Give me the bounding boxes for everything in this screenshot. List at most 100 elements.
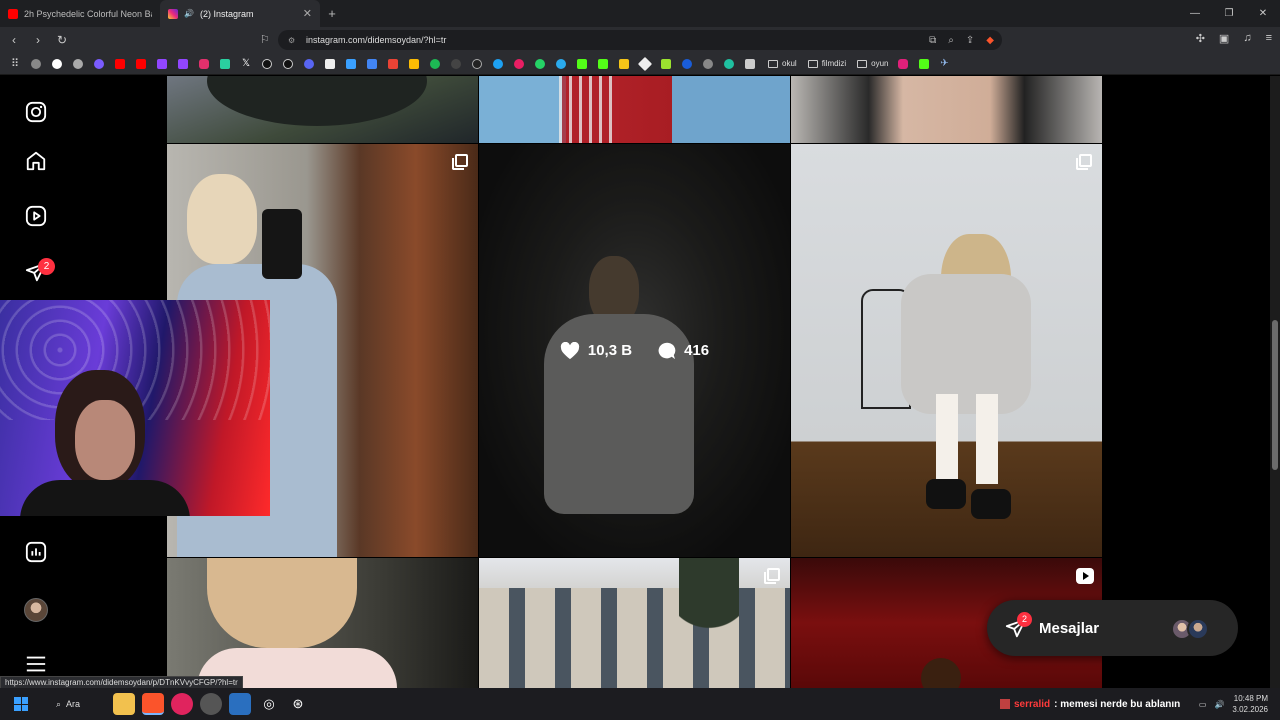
back-icon[interactable]: ‹ (4, 33, 24, 47)
bookmark-icon[interactable] (743, 57, 757, 71)
profile-avatar[interactable] (24, 598, 48, 622)
home-icon[interactable] (24, 149, 48, 173)
bookmark-page-icon[interactable]: ⚐ (260, 33, 270, 46)
carousel-icon (764, 568, 780, 584)
photos-icon[interactable] (229, 693, 251, 715)
kick-bookmark-icon[interactable] (596, 57, 610, 71)
scrollbar-thumb[interactable] (1272, 320, 1278, 470)
clock[interactable]: 10:48 PM 3.02.2026 (1232, 693, 1268, 715)
bookmark-icon[interactable] (680, 57, 694, 71)
taskbar-search[interactable]: ⌕ Ara (56, 699, 106, 710)
reload-icon[interactable]: ↻ (52, 33, 72, 47)
discord-bookmark-icon[interactable] (302, 57, 316, 71)
open-external-icon[interactable]: ⧉ (929, 35, 936, 46)
file-explorer-icon[interactable] (113, 693, 135, 715)
kick-bookmark-icon[interactable] (917, 57, 931, 71)
youtube-bookmark-icon[interactable] (113, 57, 127, 71)
apps-grid-icon[interactable]: ⠿ (8, 57, 22, 71)
bookmark-icon[interactable] (637, 56, 653, 71)
bookmark-icon[interactable] (722, 57, 736, 71)
bookmark-icon[interactable] (701, 57, 715, 71)
tiktok-bookmark-icon[interactable] (281, 57, 295, 71)
post-thumbnail[interactable] (167, 76, 478, 143)
spotify-bookmark-icon[interactable] (428, 57, 442, 71)
twitch-bookmark-icon[interactable] (176, 57, 190, 71)
post-thumbnail[interactable] (479, 76, 790, 143)
drive-bookmark-icon[interactable] (407, 57, 421, 71)
messages-floating-button[interactable]: 2 Mesajlar (987, 600, 1238, 656)
bookmark-folder-filmdizi[interactable]: filmdizi (807, 59, 846, 68)
instagram-bookmark-icon[interactable] (197, 57, 211, 71)
bookmark-icon[interactable] (896, 57, 910, 71)
bookmark-icon[interactable] (491, 57, 505, 71)
obs-icon[interactable] (200, 693, 222, 715)
bookmark-icon[interactable] (470, 57, 484, 71)
x-bookmark-icon[interactable]: 𝕏 (239, 57, 253, 71)
tiktok-bookmark-icon[interactable] (260, 57, 274, 71)
volume-icon[interactable]: 🔊 (1214, 700, 1224, 709)
extensions-icon[interactable]: ✣ (1196, 32, 1205, 45)
whatsapp-bookmark-icon[interactable] (533, 57, 547, 71)
post-thumbnail[interactable] (479, 558, 790, 688)
bookmark-icon[interactable] (71, 57, 85, 71)
close-window-icon[interactable]: ✕ (1246, 0, 1280, 27)
history-bookmark-icon[interactable] (29, 57, 43, 71)
reels-icon[interactable] (24, 204, 48, 228)
tab-youtube[interactable]: 2h Psychedelic Colorful Neon Backgr (0, 0, 160, 27)
kick-bookmark-icon[interactable] (575, 57, 589, 71)
share-icon[interactable]: ⇪ (966, 35, 974, 46)
sidebar-icon[interactable]: ▣ (1219, 32, 1229, 45)
bookmark-icon[interactable] (92, 57, 106, 71)
comments-count: 416 (684, 342, 710, 359)
translate-bookmark-icon[interactable] (365, 57, 379, 71)
bookmark-icon[interactable] (617, 57, 631, 71)
bookmark-icon[interactable] (449, 57, 463, 71)
google-bookmark-icon[interactable] (50, 57, 64, 71)
twitch-bookmark-icon[interactable] (155, 57, 169, 71)
new-tab-button[interactable]: + (320, 6, 344, 21)
app-icon[interactable]: ◎ (258, 693, 280, 715)
media-icon[interactable]: ♫ (1243, 32, 1251, 45)
gmail-bookmark-icon[interactable] (386, 57, 400, 71)
telegram-bookmark-icon[interactable] (554, 57, 568, 71)
start-button[interactable] (10, 693, 32, 715)
bookmark-icon[interactable]: ✈ (938, 57, 952, 71)
bookmark-icon[interactable] (323, 57, 337, 71)
steam-icon[interactable]: ⊛ (287, 693, 309, 715)
more-menu-icon[interactable] (24, 652, 48, 676)
carousel-icon (452, 154, 468, 170)
minimize-icon[interactable]: — (1178, 0, 1212, 27)
bookmark-icon[interactable] (659, 57, 673, 71)
messages-badge: 2 (1017, 612, 1032, 627)
media-player-icon[interactable] (171, 693, 193, 715)
post-image-shape (207, 558, 357, 648)
address-bar[interactable]: ⚙ instagram.com/didemsoydan/?hl=tr ⧉ ⌕ ⇪… (278, 30, 1002, 50)
tab-instagram[interactable]: 🔊 (2) Instagram ✕ (160, 0, 320, 27)
close-tab-icon[interactable]: ✕ (303, 7, 312, 20)
site-info-icon[interactable]: ⚙ (288, 36, 298, 45)
bookmark-folder-oyun[interactable]: oyun (857, 59, 889, 68)
bookmark-icon[interactable] (344, 57, 358, 71)
bookmark-folder-okul[interactable]: okul (768, 59, 797, 68)
display-icon[interactable]: ▭ (1199, 700, 1207, 709)
restore-icon[interactable]: ❐ (1212, 0, 1246, 27)
instagram-logo-icon[interactable] (24, 100, 48, 124)
bookmark-icon[interactable] (218, 57, 232, 71)
post-thumbnail[interactable] (791, 76, 1102, 143)
page-scrollbar[interactable] (1270, 76, 1280, 688)
profile-post-grid: 10,3 B 416 (167, 76, 1102, 688)
post-thumbnail[interactable] (167, 558, 478, 688)
menu-icon[interactable]: ≡ (1266, 32, 1272, 45)
bookmark-icon[interactable] (512, 57, 526, 71)
post-image-shape (936, 394, 958, 484)
post-thumbnail-hovered[interactable]: 10,3 B 416 (479, 144, 790, 557)
insights-icon[interactable] (24, 540, 48, 564)
youtube-bookmark-icon[interactable] (134, 57, 148, 71)
post-thumbnail[interactable] (791, 144, 1102, 557)
toolbar-right: ✣ ▣ ♫ ≡ (1196, 32, 1272, 45)
brave-shield-icon[interactable]: ◆ (986, 35, 994, 46)
forward-icon[interactable]: › (28, 33, 48, 47)
brave-browser-icon[interactable] (142, 693, 164, 715)
zoom-icon[interactable]: ⌕ (948, 35, 954, 46)
address-text[interactable]: instagram.com/didemsoydan/?hl=tr (306, 35, 446, 45)
